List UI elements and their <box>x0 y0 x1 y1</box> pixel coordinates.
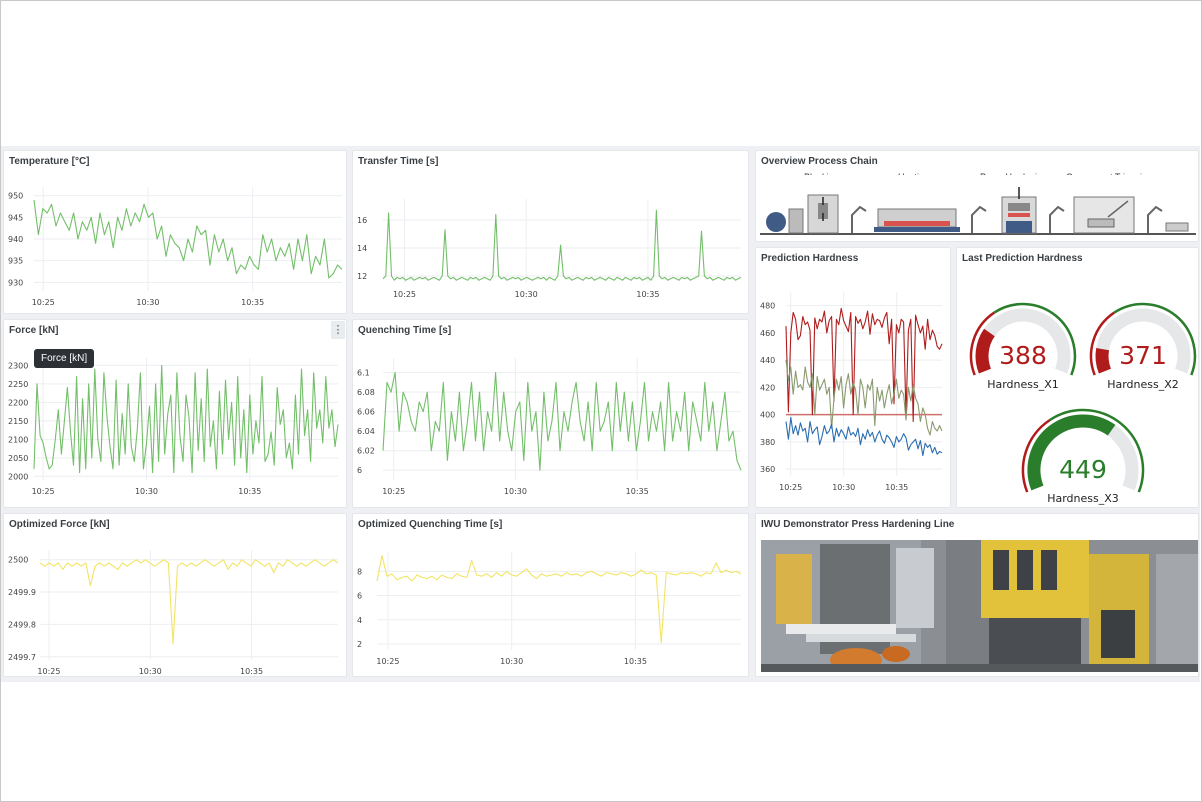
quenching-time-chart[interactable]: 6.1 6.08 6.06 6.04 6.02 6 10:25 10:30 10:35 <box>353 320 749 508</box>
heating-furnace-icon <box>874 208 960 232</box>
x-tick-label: 10:35 <box>885 483 908 492</box>
gauge-label: Hardness_X2 <box>1107 378 1179 391</box>
temperature-panel[interactable]: Temperature [°C] 950 945 940 935 930 10:25 10:… <box>3 150 347 314</box>
x-tick-label: 10:30 <box>139 667 162 676</box>
y-tick-label: 945 <box>8 213 23 222</box>
x-tick-label: 10:30 <box>832 483 855 492</box>
y-tick-label: 6.08 <box>357 388 375 397</box>
blanking-station-icon <box>766 194 839 234</box>
optimized-quenching-time-chart[interactable]: 8 6 4 2 10:25 10:30 10:35 <box>353 514 749 677</box>
x-tick-label: 10:25 <box>376 657 399 666</box>
x-tick-label: 10:35 <box>636 290 659 299</box>
x-tick-label: 10:35 <box>241 298 264 307</box>
y-tick-label: 950 <box>8 192 23 201</box>
press-hardening-icon <box>1001 187 1037 234</box>
y-tick-label: 16 <box>357 216 367 225</box>
y-tick-label: 480 <box>760 302 775 311</box>
y-tick-label: 380 <box>760 438 775 447</box>
panel-menu-icon[interactable]: ⋮ <box>331 321 345 339</box>
x-tick-label: 10:30 <box>515 290 538 299</box>
y-tick-label: 6.02 <box>357 447 375 456</box>
y-tick-label: 2 <box>357 640 362 649</box>
x-tick-label: 10:35 <box>624 657 647 666</box>
y-tick-label: 460 <box>760 329 775 338</box>
press-line-photo <box>761 540 1198 672</box>
y-tick-label: 6 <box>357 592 362 601</box>
x-tick-label: 10:25 <box>393 290 416 299</box>
gauge-value: 388 <box>999 341 1047 370</box>
x-tick-label: 10:25 <box>32 487 55 496</box>
y-tick-label: 2499.8 <box>8 620 36 629</box>
gauge-label: Hardness_X3 <box>1047 492 1119 505</box>
gauge-fill <box>975 328 995 374</box>
x-tick-label: 10:35 <box>240 667 263 676</box>
gauge-value: 371 <box>1119 341 1167 370</box>
y-tick-label: 2499.9 <box>8 588 36 597</box>
x-tick-label: 10:35 <box>626 487 649 496</box>
y-tick-label: 4 <box>357 616 362 625</box>
y-tick-label: 8 <box>357 567 362 576</box>
transfer-time-chart[interactable]: 16 14 12 10:25 10:30 10:35 <box>353 151 749 314</box>
y-tick-label: 6.1 <box>357 369 370 378</box>
x-tick-label: 10:30 <box>504 487 527 496</box>
optimized-quenching-time-panel[interactable]: Optimized Quenching Time [s] 8 6 4 2 10:25 10… <box>352 513 749 677</box>
iwu-demonstrator-panel[interactable]: IWU Demonstrator Press Hardening Line <box>755 513 1199 677</box>
gauge-value: 449 <box>1059 455 1107 484</box>
transfer-time-panel[interactable]: Transfer Time [s] 16 14 12 10:25 10:30 10:35 <box>352 150 749 314</box>
x-tick-label: 10:30 <box>135 487 158 496</box>
hardness-gauges: 388 Hardness_X1 371 Hardness_X2 449 Hardness_… <box>969 302 1197 505</box>
series-line-opt-quench[interactable] <box>376 555 742 644</box>
y-tick-label: 930 <box>8 278 23 287</box>
y-tick-label: 935 <box>8 257 23 266</box>
y-tick-label: 2500 <box>8 556 28 565</box>
y-tick-label: 2200 <box>8 398 28 407</box>
y-tick-label: 360 <box>760 465 775 474</box>
y-tick-label: 2100 <box>8 435 28 444</box>
optimized-force-panel[interactable]: Optimized Force [kN] 2500 2499.9 2499.8 249… <box>3 513 347 677</box>
x-tick-label: 10:25 <box>382 487 405 496</box>
series-line-hardness-x3[interactable] <box>785 416 943 457</box>
x-tick-label: 10:25 <box>32 298 55 307</box>
y-tick-label: 6.04 <box>357 427 375 436</box>
gauge-hardness-x3: 449 Hardness_X3 <box>1021 408 1145 505</box>
y-tick-label: 2000 <box>8 472 28 481</box>
y-tick-label: 6 <box>357 466 362 475</box>
process-chain-diagram: Blanking Heating Press Hardening Compone… <box>756 172 1198 235</box>
y-tick-label: 400 <box>760 411 775 420</box>
y-tick-label: 2050 <box>8 454 28 463</box>
series-line-force[interactable] <box>33 364 339 474</box>
y-tick-label: 420 <box>760 383 775 392</box>
y-tick-label: 440 <box>760 356 775 365</box>
series-line-opt-force[interactable] <box>39 559 339 645</box>
series-line-quenching[interactable] <box>382 372 742 471</box>
force-tooltip: Force [kN] <box>34 349 95 368</box>
last-prediction-hardness-panel[interactable]: Last Prediction Hardness 388 Hardness_X1 3… <box>956 247 1199 508</box>
y-tick-label: 14 <box>357 244 367 253</box>
y-tick-label: 940 <box>8 235 23 244</box>
trimming-station-icon <box>1073 196 1189 234</box>
y-tick-label: 2250 <box>8 380 28 389</box>
y-tick-label: 6.06 <box>357 408 375 417</box>
y-tick-label: 2150 <box>8 417 28 426</box>
optimized-force-chart[interactable]: 2500 2499.9 2499.8 2499.710:25 10:30 10:35 <box>4 514 347 677</box>
gauge-label: Hardness_X1 <box>987 378 1059 391</box>
x-tick-label: 10:25 <box>779 483 802 492</box>
overview-process-chain-panel[interactable]: Overview Process Chain Blanking Heating … <box>755 150 1199 242</box>
series-line-transfer[interactable] <box>382 209 742 281</box>
x-tick-label: 10:35 <box>238 487 261 496</box>
force-panel[interactable]: Force [kN] 2300 2250 2200 2150 2100 2050 2000 1… <box>3 319 347 508</box>
prediction-hardness-chart[interactable]: 480 460 440 420 400 380 360 10:25 10:30 10:35 <box>756 248 951 508</box>
x-tick-label: 10:25 <box>37 667 60 676</box>
gauge-hardness-x1: 388 Hardness_X1 <box>969 302 1077 391</box>
gauge-fill <box>1095 348 1112 374</box>
y-tick-label: 2499.7 <box>8 653 36 662</box>
gauge-hardness-x2: 371 Hardness_X2 <box>1089 302 1197 391</box>
y-tick-label: 12 <box>357 272 367 281</box>
prediction-hardness-panel[interactable]: Prediction Hardness 480 460 440 420 400 380 36… <box>755 247 951 508</box>
temperature-chart[interactable]: 950 945 940 935 930 10:25 10:30 10:35 <box>4 151 347 314</box>
x-tick-label: 10:30 <box>500 657 523 666</box>
x-tick-label: 10:30 <box>136 298 159 307</box>
quenching-time-panel[interactable]: Quenching Time [s] 6.1 6.08 6.06 6.04 6.02 6 1… <box>352 319 749 508</box>
y-tick-label: 2300 <box>8 361 28 370</box>
